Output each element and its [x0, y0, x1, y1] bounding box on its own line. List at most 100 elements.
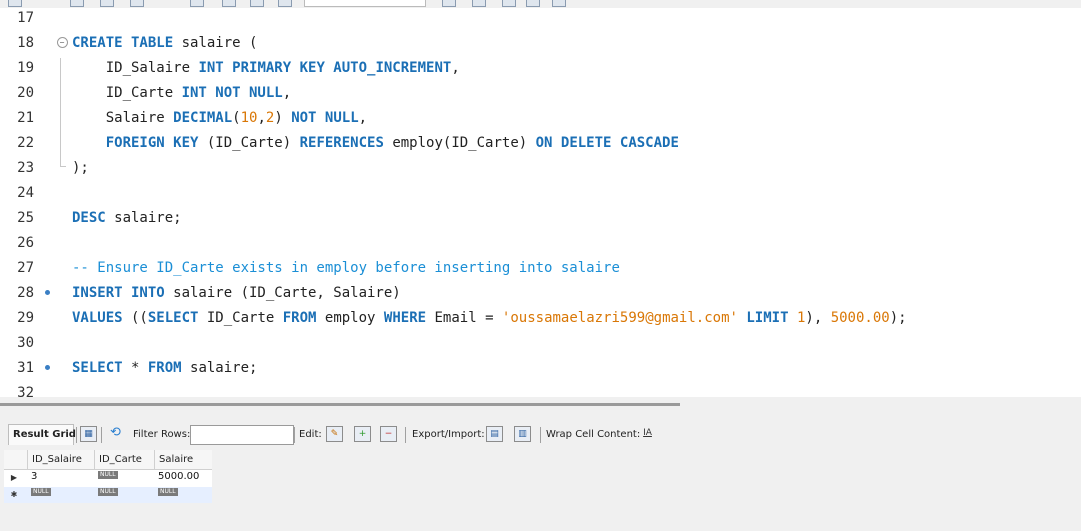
delete-row-icon[interactable]: −	[380, 426, 397, 442]
export-import-label: Export/Import:	[412, 429, 485, 440]
stop-icon[interactable]	[190, 0, 204, 7]
invisible-chars-icon[interactable]	[502, 0, 516, 7]
code-token: WHERE	[383, 310, 427, 326]
code-line[interactable]: 32	[0, 381, 1081, 397]
main-toolbar	[0, 0, 1081, 8]
code-token: ID_Carte	[72, 85, 182, 101]
line-number: 31	[17, 360, 34, 376]
grid-cell[interactable]: 5000.00	[155, 470, 212, 486]
edit-row-icon[interactable]: ✎	[326, 426, 343, 442]
code-token: ),	[805, 310, 831, 326]
code-line[interactable]: 29 VALUES ((SELECT ID_Carte FROM employ W…	[0, 306, 1081, 331]
code-line[interactable]: 30	[0, 331, 1081, 356]
code-token: ON DELETE CASCADE	[535, 135, 679, 151]
execute-icon[interactable]	[130, 0, 144, 7]
save-icon[interactable]	[100, 0, 114, 7]
statement-marker-icon	[40, 356, 54, 381]
line-number: 28	[17, 285, 34, 301]
code-token: );	[72, 160, 89, 176]
new-row-placeholder[interactable]: ✱ NULL NULL NULL	[4, 487, 212, 503]
code-line[interactable]: 28 INSERT INTO salaire (ID_Carte, Salaire…	[0, 281, 1081, 306]
line-number: 23	[17, 160, 34, 176]
commit-icon[interactable]	[222, 0, 236, 7]
code-token: ,	[282, 85, 292, 101]
code-token: employ(ID_Carte)	[383, 135, 536, 151]
code-token: REFERENCES	[299, 135, 384, 151]
code-text: DESC salaire;	[72, 206, 182, 231]
code-line[interactable]: 27 -- Ensure ID_Carte exists in employ be…	[0, 256, 1081, 281]
null-badge: NULL	[98, 488, 118, 496]
grid-cell[interactable]: NULL	[95, 470, 155, 486]
code-token: Email =	[426, 310, 502, 326]
toolbar-separator	[76, 427, 77, 443]
edit-label: Edit:	[299, 429, 322, 440]
column-header[interactable]: ID_Carte	[95, 450, 155, 469]
code-line[interactable]: 18 − CREATE TABLE salaire (	[0, 31, 1081, 56]
code-token: salaire (ID_Carte, Salaire)	[164, 285, 401, 301]
code-token: (	[232, 110, 241, 126]
code-token: salaire (	[173, 35, 258, 51]
open-file-icon[interactable]	[70, 0, 84, 7]
result-grid-toolbar: Result Grid ▦ ⟲ Filter Rows: Edit: ✎ + −…	[0, 420, 1081, 448]
code-line[interactable]: 21 Salaire DECIMAL(10,2) NOT NULL,	[0, 106, 1081, 131]
code-line[interactable]: 24	[0, 181, 1081, 206]
beautify-icon[interactable]	[442, 0, 456, 7]
table-row[interactable]: ▶ 3 NULL 5000.00	[4, 470, 212, 486]
code-token: 'oussamaelazri599@gmail.com'	[501, 310, 738, 326]
editor-horizontal-scrollbar[interactable]	[0, 403, 680, 406]
grid-view-icon[interactable]: ▦	[80, 426, 97, 442]
code-text: );	[72, 156, 89, 181]
find-icon[interactable]	[472, 0, 486, 7]
wrap-lines-icon[interactable]	[526, 0, 540, 7]
export-icon[interactable]: ▤	[486, 426, 503, 442]
import-icon[interactable]: ▥	[514, 426, 531, 442]
wrap-cell-icon[interactable]: IA	[640, 426, 655, 440]
code-text: -- Ensure ID_Carte exists in employ befo…	[72, 256, 620, 281]
filter-rows-input[interactable]	[190, 425, 294, 445]
grid-cell[interactable]: NULL	[155, 487, 212, 503]
grid-cell[interactable]: 3	[28, 470, 95, 486]
result-grid-label[interactable]: Result Grid	[13, 429, 76, 440]
column-header[interactable]: ID_Salaire	[28, 450, 95, 469]
line-number: 18	[17, 35, 34, 51]
code-token: VALUES	[72, 310, 123, 326]
toolbar-separator	[101, 427, 102, 443]
code-text: ID_Salaire INT PRIMARY KEY AUTO_INCREMEN…	[72, 56, 460, 81]
code-token: SELECT	[72, 360, 123, 376]
fold-toggle-icon[interactable]: −	[55, 31, 69, 56]
line-number: 27	[17, 260, 34, 276]
new-tab-icon[interactable]	[8, 0, 22, 7]
code-line[interactable]: 26	[0, 231, 1081, 256]
rollback-icon[interactable]	[250, 0, 264, 7]
line-number: 25	[17, 210, 34, 226]
code-token: ,	[358, 110, 368, 126]
row-header-marker[interactable]: ▶	[4, 470, 24, 486]
grid-cell[interactable]: NULL	[95, 487, 155, 503]
code-line[interactable]: 20 ID_Carte INT NOT NULL,	[0, 81, 1081, 106]
sql-editor[interactable]: 17 18 − CREATE TABLE salaire ( 19 ID_Salaire…	[0, 8, 1081, 397]
limit-rows-select[interactable]	[304, 0, 426, 7]
code-token: ID_Salaire	[72, 60, 199, 76]
line-number: 30	[17, 335, 34, 351]
code-line[interactable]: 25 DESC salaire;	[0, 206, 1081, 231]
code-line[interactable]: 23);	[0, 156, 1081, 181]
column-header[interactable]: Salaire	[155, 450, 212, 469]
grid-cell[interactable]: NULL	[28, 487, 95, 503]
refresh-icon[interactable]: ⟲	[108, 426, 123, 440]
line-number: 24	[17, 185, 34, 201]
code-line[interactable]: 19 ID_Salaire INT PRIMARY KEY AUTO_INCRE…	[0, 56, 1081, 81]
code-line[interactable]: 17	[0, 8, 1081, 31]
row-header-marker[interactable]: ✱	[4, 487, 24, 503]
autocommit-icon[interactable]	[278, 0, 292, 7]
code-token: FROM	[282, 310, 317, 326]
insert-row-icon[interactable]: +	[354, 426, 371, 442]
code-line[interactable]: 22 FOREIGN KEY (ID_Carte) REFERENCES emp…	[0, 131, 1081, 156]
code-token: CREATE TABLE	[72, 35, 174, 51]
code-text: ID_Carte INT NOT NULL,	[72, 81, 291, 106]
code-token: Salaire	[72, 110, 174, 126]
query-stats-icon[interactable]	[552, 0, 566, 7]
code-line[interactable]: 31 SELECT * FROM salaire;	[0, 356, 1081, 381]
grid-header: ID_Salaire ID_Carte Salaire	[4, 450, 212, 470]
code-token: DESC	[72, 210, 106, 226]
